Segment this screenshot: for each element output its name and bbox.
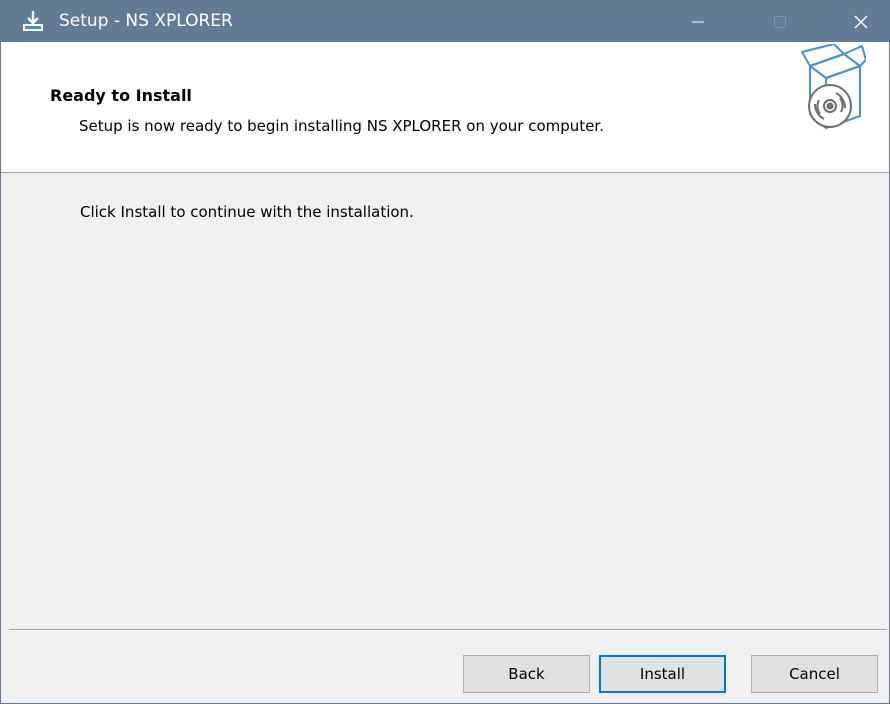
minimize-icon [692,21,704,22]
window-title: Setup - NS XPLORER [59,11,233,31]
close-icon [854,15,868,28]
maximize-button[interactable] [753,1,807,42]
install-button[interactable]: Install [599,655,726,693]
page-subtitle: Setup is now ready to begin installing N… [79,117,604,135]
title-bar[interactable]: Setup - NS XPLORER [1,1,889,42]
setup-window: Setup - NS XPLORER Ready to Install Setu… [0,0,890,704]
installer-download-icon [21,9,45,33]
back-button[interactable]: Back [463,655,590,693]
footer-divider [9,629,887,631]
close-button[interactable] [834,1,888,42]
software-box-cd-icon [800,43,867,134]
cancel-button[interactable]: Cancel [751,655,878,693]
page-title: Ready to Install [50,86,192,105]
wizard-header: Ready to Install Setup is now ready to b… [1,42,889,173]
maximize-icon [774,15,786,28]
instruction-text: Click Install to continue with the insta… [80,203,414,221]
minimize-button[interactable] [671,1,725,42]
